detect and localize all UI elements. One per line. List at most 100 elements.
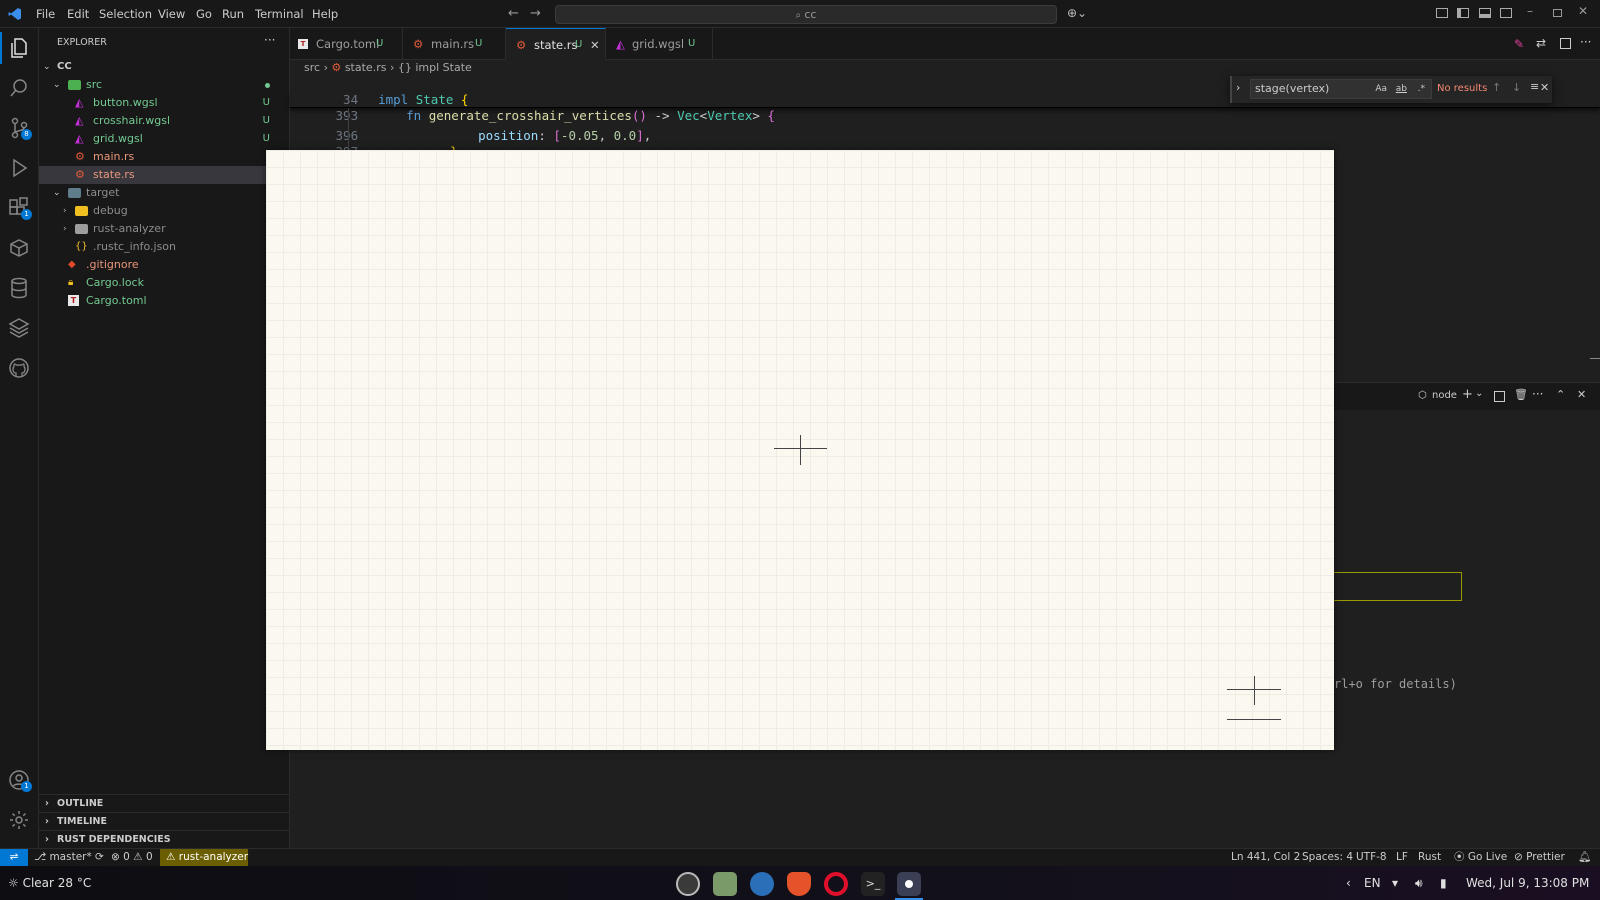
new-terminal-icon[interactable]: + bbox=[1462, 387, 1473, 402]
close-tab-icon[interactable]: ✕ bbox=[590, 29, 600, 61]
tree-file-button-wgsl[interactable]: ◭ button.wgsl U bbox=[39, 94, 290, 112]
back-arrow-icon[interactable]: ← bbox=[508, 6, 519, 21]
tree-folder-debug[interactable]: › debug bbox=[39, 202, 290, 220]
menu-go[interactable]: Go bbox=[196, 0, 212, 28]
menu-edit[interactable]: Edit bbox=[67, 0, 89, 28]
app-mountain-icon[interactable] bbox=[676, 872, 700, 896]
tree-file-crosshair-wgsl[interactable]: ◭ crosshair.wgsl U bbox=[39, 112, 290, 130]
forward-arrow-icon[interactable]: → bbox=[530, 6, 541, 21]
layers-icon[interactable] bbox=[7, 316, 31, 340]
section-outline[interactable]: › OUTLINE bbox=[39, 794, 290, 812]
menu-file[interactable]: File bbox=[36, 0, 55, 28]
run-debug-icon[interactable] bbox=[7, 156, 31, 180]
maximize-icon[interactable] bbox=[1553, 9, 1562, 17]
terminal-name[interactable]: node bbox=[1432, 390, 1457, 401]
maximize-panel-icon[interactable]: ⌃ bbox=[1556, 388, 1565, 401]
bell-icon[interactable]: 🔔︎ bbox=[1578, 849, 1591, 866]
keyboard-layout[interactable]: EN bbox=[1364, 866, 1381, 900]
files-app-icon[interactable] bbox=[713, 872, 737, 896]
git-branch[interactable]: ⎇ master* ⟳ bbox=[34, 849, 104, 866]
toggle-replace-chevron-icon[interactable]: › bbox=[1236, 81, 1240, 94]
terminal-app-icon[interactable]: >_ bbox=[861, 872, 885, 896]
end-of-line[interactable]: LF bbox=[1396, 849, 1408, 866]
vscode-logo-icon[interactable] bbox=[8, 7, 22, 21]
close-window-icon[interactable]: ✕ bbox=[1578, 4, 1588, 18]
indentation[interactable]: Spaces: 4 bbox=[1302, 849, 1353, 866]
problems-indicator[interactable]: ⊗ 0 ⚠ 0 bbox=[111, 849, 153, 866]
close-find-icon[interactable]: ✕ bbox=[1540, 81, 1549, 94]
tab-grid-wgsl[interactable]: ◭ grid.wgsl U bbox=[606, 28, 713, 60]
vscode-app-icon[interactable] bbox=[750, 872, 774, 896]
toggle-secondary-sidebar-icon[interactable] bbox=[1500, 8, 1512, 18]
volume-icon[interactable]: 🔊︎ bbox=[1415, 866, 1423, 900]
app-render-window[interactable] bbox=[266, 150, 1334, 750]
breadcrumb-symbol[interactable]: {} impl State bbox=[398, 61, 472, 74]
find-in-selection-icon[interactable]: ≡ bbox=[1530, 80, 1539, 93]
github-icon[interactable] bbox=[7, 356, 31, 380]
weather-widget[interactable]: ☼ Clear 28 °C bbox=[8, 866, 91, 900]
tree-root-cc[interactable]: ⌄ CC bbox=[39, 58, 290, 76]
tree-file-state-rs[interactable]: ⚙ state.rs bbox=[39, 166, 290, 184]
chevron-down-icon[interactable]: ⌄ bbox=[1475, 388, 1483, 399]
match-case-icon[interactable]: Aa bbox=[1375, 80, 1387, 98]
rust-analyzer-status[interactable]: ⚠ rust-analyzer bbox=[160, 849, 248, 866]
tab-main-rs[interactable]: ⚙ main.rs U bbox=[403, 28, 506, 60]
section-timeline[interactable]: › TIMELINE bbox=[39, 812, 290, 830]
tree-folder-rust-analyzer[interactable]: › rust-analyzer bbox=[39, 220, 290, 238]
brave-browser-icon[interactable] bbox=[787, 872, 811, 896]
gear-icon[interactable] bbox=[7, 808, 31, 832]
editor-more-icon[interactable]: ··· bbox=[1580, 35, 1591, 49]
tree-file-gitignore[interactable]: ◆ .gitignore bbox=[39, 256, 290, 274]
menu-view[interactable]: View bbox=[158, 0, 185, 28]
panel-more-icon[interactable]: ··· bbox=[1532, 387, 1543, 401]
cursor-position[interactable]: Ln 441, Col 2 bbox=[1231, 849, 1300, 866]
copilot-edit-icon[interactable]: ✎ bbox=[1514, 37, 1524, 51]
accounts-icon[interactable]: 1 bbox=[7, 768, 32, 792]
tree-file-main-rs[interactable]: ⚙ main.rs bbox=[39, 148, 290, 166]
menu-run[interactable]: Run bbox=[222, 0, 244, 28]
menu-terminal[interactable]: Terminal bbox=[255, 0, 304, 28]
kill-terminal-icon[interactable]: 🗑︎ bbox=[1514, 388, 1528, 401]
toggle-sidebar-icon[interactable] bbox=[1457, 8, 1469, 18]
customize-layout-icon[interactable] bbox=[1436, 8, 1448, 18]
explorer-icon[interactable] bbox=[7, 36, 31, 60]
code-line-397[interactable]: 397}, bbox=[290, 128, 1600, 159]
breadcrumb-file[interactable]: state.rs bbox=[345, 61, 387, 74]
minimap-slider[interactable] bbox=[1590, 358, 1600, 359]
split-terminal-icon[interactable] bbox=[1494, 391, 1505, 402]
whole-word-icon[interactable]: ab bbox=[1396, 80, 1407, 98]
tree-folder-target[interactable]: ⌄ target bbox=[39, 184, 290, 202]
menu-selection[interactable]: Selection bbox=[99, 0, 152, 28]
copilot-icon[interactable]: ⊕⌄ bbox=[1067, 6, 1087, 20]
compare-changes-icon[interactable]: ⇄ bbox=[1536, 36, 1546, 50]
code-line-396[interactable]: 396 position: [-0.05, 0.0], bbox=[290, 112, 1600, 143]
prettier[interactable]: ⊘ Prettier bbox=[1514, 849, 1565, 866]
command-center-search[interactable]: ⌕ cc bbox=[555, 5, 1057, 24]
regex-icon[interactable]: .* bbox=[1418, 80, 1425, 98]
wifi-icon[interactable]: ▾ bbox=[1392, 866, 1398, 900]
find-input[interactable]: stage(vertex) Aa ab .* bbox=[1250, 79, 1432, 99]
section-rust-dependencies[interactable]: › RUST DEPENDENCIES bbox=[39, 830, 290, 848]
tree-folder-src[interactable]: ⌄ src bbox=[39, 76, 290, 94]
next-match-icon[interactable]: ↓ bbox=[1512, 81, 1521, 94]
breadcrumb-src[interactable]: src bbox=[304, 61, 320, 74]
clock[interactable]: Wed, Jul 9, 13:08 PM bbox=[1466, 866, 1589, 900]
opera-browser-icon[interactable] bbox=[824, 872, 848, 896]
toggle-panel-icon[interactable] bbox=[1479, 8, 1491, 18]
tree-file-rustc-info[interactable]: {} .rustc_info.json bbox=[39, 238, 290, 256]
source-control-icon[interactable]: 8 bbox=[7, 116, 32, 140]
menu-help[interactable]: Help bbox=[312, 0, 338, 28]
remote-explorer-icon[interactable] bbox=[7, 236, 31, 260]
database-icon[interactable] bbox=[7, 276, 31, 300]
minimize-icon[interactable]: – bbox=[1527, 4, 1533, 18]
terminal-input-box[interactable] bbox=[1334, 572, 1462, 601]
tray-expand-icon[interactable]: ‹ bbox=[1346, 866, 1351, 900]
app-window-taskbar-icon[interactable] bbox=[897, 872, 921, 896]
tab-cargo-toml[interactable]: T Cargo.toml U bbox=[290, 28, 403, 60]
battery-icon[interactable]: ▮ bbox=[1440, 866, 1447, 900]
previous-match-icon[interactable]: ↑ bbox=[1492, 81, 1501, 94]
tree-file-cargo-toml[interactable]: T Cargo.toml bbox=[39, 292, 290, 310]
extensions-icon[interactable]: 1 bbox=[7, 196, 32, 220]
go-live[interactable]: ⦿ Go Live bbox=[1454, 849, 1507, 866]
language-mode[interactable]: Rust bbox=[1418, 849, 1441, 866]
